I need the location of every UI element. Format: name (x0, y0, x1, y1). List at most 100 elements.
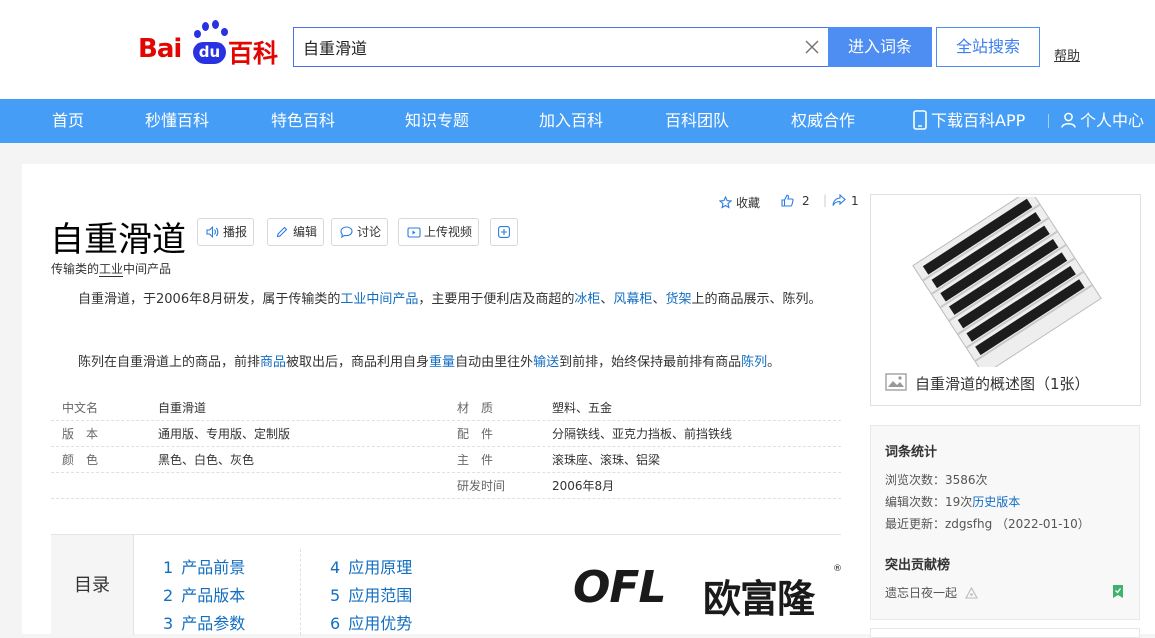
toc-label: 应用原理 (348, 558, 413, 577)
info-key: 配 件 (457, 427, 494, 441)
info-value: 分隔铁线、亚克力挡板、前挡铁线 (552, 427, 733, 441)
enter-entry-button[interactable]: 进入词条 (828, 27, 932, 67)
search-box (293, 27, 828, 67)
nav-item-home[interactable]: 首页 (52, 99, 84, 143)
info-key: 材 质 (457, 401, 494, 415)
info-key: 研发时间 (457, 479, 506, 493)
link-air-curtain-cabinet[interactable]: 风幕柜 (613, 292, 652, 307)
toc-label: 产品参数 (181, 614, 246, 633)
link-freezer[interactable]: 冰柜 (574, 292, 600, 307)
top-contributor[interactable]: 遗忘日夜一起 (885, 584, 978, 601)
edit-count-text: 编辑次数：19次 (885, 495, 973, 509)
toc-label: 应用范围 (348, 586, 413, 605)
album-caption: 自重滑道的概述图（1张） (915, 375, 1090, 393)
plus-icon (498, 226, 510, 238)
pencil-icon (276, 226, 288, 238)
nav-item-personal-center[interactable]: 个人中心 (1061, 99, 1144, 143)
baidu-baike-logo[interactable]: Bai du 百科 (138, 20, 283, 68)
help-link[interactable]: 帮助 (1054, 45, 1080, 64)
summary-image-album[interactable]: 自重滑道的概述图（1张） (870, 194, 1141, 406)
link-goods[interactable]: 商品 (260, 355, 286, 370)
toc-label: 应用优势 (348, 614, 413, 633)
link-industrial-product[interactable]: 工业中间产品 (340, 292, 418, 307)
para2-text: 到前排，始终保持最前排有商品 (559, 355, 742, 370)
basic-info-row: 颜 色 黑色、白色、灰色 主 件 滚珠座、滚珠、铝梁 (51, 447, 841, 473)
stats-heading: 词条统计 (885, 445, 938, 460)
entry-stats-panel: 词条统计 浏览次数：3586次 编辑次数：19次历史版本 最近更新：zdgsfh… (870, 425, 1140, 620)
subtitle-suffix: 中间产品 (123, 262, 172, 276)
para1-text: 、 (652, 292, 666, 307)
nav-item-miaodong[interactable]: 秒懂百科 (145, 99, 209, 143)
last-update: 最近更新：zdgsfhg （2022-01-10） (885, 517, 1090, 531)
collect-label: 收藏 (736, 196, 761, 210)
entry-subtitle: 传输类的工业中间产品 (51, 260, 171, 277)
ofl-cjk: 欧富隆 (703, 577, 815, 621)
share-icon (832, 193, 846, 206)
level-badge-icon (964, 586, 978, 599)
logo-bai: Bai (138, 34, 182, 64)
info-value: 滚珠座、滚珠、铝梁 (552, 453, 661, 467)
history-version-link[interactable]: 历史版本 (972, 495, 1020, 509)
paw-toe (212, 20, 219, 29)
star-icon (718, 195, 733, 209)
summary-paragraph-2: 陈列在自重滑道上的商品，前排商品被取出后，商品利用自身重量自动由里往外输送到前排… (51, 351, 831, 375)
toc-number: 1 (163, 558, 174, 577)
nav-item-cooperation[interactable]: 权威合作 (791, 99, 855, 143)
nav-item-team[interactable]: 百科团队 (665, 99, 729, 143)
collect-action[interactable]: 收藏 (718, 194, 761, 211)
share-action[interactable]: 1 (832, 193, 859, 208)
link-shelf[interactable]: 货架 (665, 292, 691, 307)
basic-info-row: 版 本 通用版、专用版、定制版 配 件 分隔铁线、亚克力挡板、前挡铁线 (51, 421, 841, 447)
toc-label: 产品版本 (181, 586, 246, 605)
para2-text: 自动由里往外 (455, 355, 534, 370)
user-icon (1061, 112, 1076, 128)
toc-item[interactable]: 4 应用原理 (330, 554, 412, 578)
link-weight[interactable]: 重量 (429, 355, 455, 370)
info-value: 自重滑道 (158, 401, 207, 415)
contributor-name: 遗忘日夜一起 (885, 586, 958, 600)
discuss-button[interactable]: 讨论 (331, 218, 389, 246)
toc-item[interactable]: 3 产品参数 (163, 610, 245, 634)
para1-text: 自重滑道，于2006年8月研发，属于传输类的 (78, 292, 341, 307)
nav-item-join[interactable]: 加入百科 (539, 99, 603, 143)
view-count: 浏览次数：3586次 (885, 473, 988, 487)
para2-text: 陈列在自重滑道上的商品，前排 (78, 355, 261, 370)
toc-item[interactable]: 2 产品版本 (163, 582, 245, 606)
toc-item[interactable]: 5 应用范围 (330, 582, 412, 606)
site-search-button[interactable]: 全站搜索 (936, 27, 1040, 67)
subtitle-link[interactable]: 工业 (99, 262, 124, 277)
thumbs-up-icon (781, 194, 794, 207)
clear-icon[interactable] (803, 38, 821, 56)
speaker-icon (206, 226, 219, 238)
like-action[interactable]: 2 (781, 194, 810, 208)
toc-number: 2 (163, 586, 174, 605)
subtitle-prefix: 传输类的 (51, 262, 100, 276)
upload-video-button[interactable]: 上传视频 (398, 218, 480, 246)
nav-item-download-app[interactable]: 下载百科APP (913, 99, 1025, 143)
toc-item[interactable]: 6 应用优势 (330, 610, 412, 634)
toc-item[interactable]: 1 产品前景 (163, 554, 245, 578)
like-count: 2 (802, 194, 810, 208)
more-button[interactable] (490, 218, 518, 246)
comment-icon (340, 226, 353, 238)
edit-label: 编辑 (293, 225, 318, 239)
broadcast-button[interactable]: 播报 (197, 218, 255, 246)
video-icon (407, 227, 421, 238)
basic-info-table: 中文名 自重滑道 材 质 塑料、五金 版 本 通用版、专用版、定制版 配 件 分… (51, 395, 841, 499)
nav-divider (1048, 114, 1049, 128)
para2-text: 。 (767, 355, 781, 370)
ofl-latin: OFL (573, 562, 666, 613)
search-input[interactable] (294, 28, 774, 66)
nav-item-topics[interactable]: 知识专题 (405, 99, 469, 143)
logo-baike: 百科 (228, 39, 279, 68)
info-value: 塑料、五金 (552, 401, 613, 415)
info-key: 中文名 (62, 401, 99, 415)
ofl-brand-logo: OFL 欧富隆 ® (573, 562, 843, 621)
toc-heading: 目录 (51, 535, 134, 635)
edit-button[interactable]: 编辑 (267, 218, 325, 246)
link-display[interactable]: 陈列 (741, 355, 767, 370)
nav-item-featured[interactable]: 特色百科 (271, 99, 335, 143)
sidebar-next-panel (870, 628, 1140, 638)
link-transport[interactable]: 输送 (533, 355, 559, 370)
info-key: 颜 色 (62, 453, 99, 467)
